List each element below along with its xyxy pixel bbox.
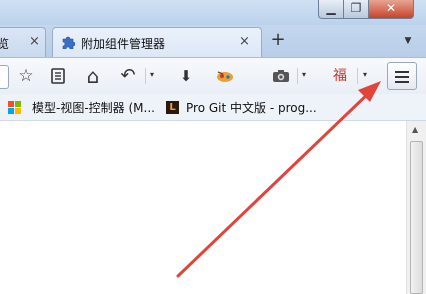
close-window-button[interactable]: ✕ xyxy=(368,0,414,19)
screenshot-dropdown-icon[interactable]: ▾ xyxy=(302,70,306,79)
extension-dropdown-icon[interactable]: ▾ xyxy=(363,70,367,79)
undo-dropdown-icon[interactable]: ▾ xyxy=(150,70,154,79)
bookmark-label: 模型-视图-控制器 (M... xyxy=(32,101,155,115)
fu-extension-icon[interactable]: 福 xyxy=(330,66,350,86)
tab-label: 附加组件管理器 xyxy=(81,37,166,51)
tab-label: 览 xyxy=(0,37,10,51)
extension-icon[interactable] xyxy=(214,66,236,86)
home-icon[interactable]: ⌂ xyxy=(82,66,104,86)
download-icon[interactable]: ⬇ xyxy=(176,66,196,86)
navigation-toolbar: ☆ ⌂ ↶ ▾ ⬇ ▾ 福 ▾ xyxy=(0,57,426,96)
page-content xyxy=(0,121,406,294)
undo-back-icon[interactable]: ↶ xyxy=(118,66,138,86)
bookmarks-toolbar: 模型-视图-控制器 (M... L Pro Git 中文版 - prog... xyxy=(0,94,426,121)
toolbar-divider xyxy=(357,68,358,84)
puzzle-piece-icon xyxy=(62,36,75,49)
toolbar-divider xyxy=(145,68,146,84)
tab-addons-manager[interactable]: 附加组件管理器 × xyxy=(52,27,262,57)
screenshot-camera-icon[interactable] xyxy=(271,66,291,86)
tab-strip: 览 × 附加组件管理器 × xyxy=(0,25,426,57)
bookmark-star-icon[interactable]: ☆ xyxy=(16,66,36,86)
pro-git-favicon: L xyxy=(166,101,179,114)
tab-previous[interactable]: 览 × xyxy=(0,27,46,57)
scrollbar-thumb[interactable] xyxy=(410,141,423,294)
title-bar: ▁ ❐ ✕ xyxy=(0,0,426,25)
url-bar-edge[interactable] xyxy=(0,65,9,89)
vertical-scrollbar[interactable]: ▲ xyxy=(406,121,426,294)
tab-close-icon[interactable]: × xyxy=(239,34,250,49)
scroll-up-arrow-icon[interactable]: ▲ xyxy=(412,125,418,134)
new-tab-button[interactable]: + xyxy=(268,28,288,52)
tab-close-icon[interactable]: × xyxy=(29,34,40,49)
minimize-button[interactable]: ▁ xyxy=(318,0,344,19)
toolbar-divider xyxy=(297,68,298,84)
reading-list-icon[interactable] xyxy=(49,66,67,86)
maximize-button[interactable]: ❐ xyxy=(343,0,369,19)
tabs-list-chevron-icon[interactable]: ▼ xyxy=(400,36,416,50)
bookmark-label: Pro Git 中文版 - prog... xyxy=(186,101,317,115)
bookmark-favicon xyxy=(8,101,21,114)
menu-hamburger-icon[interactable] xyxy=(387,62,417,90)
